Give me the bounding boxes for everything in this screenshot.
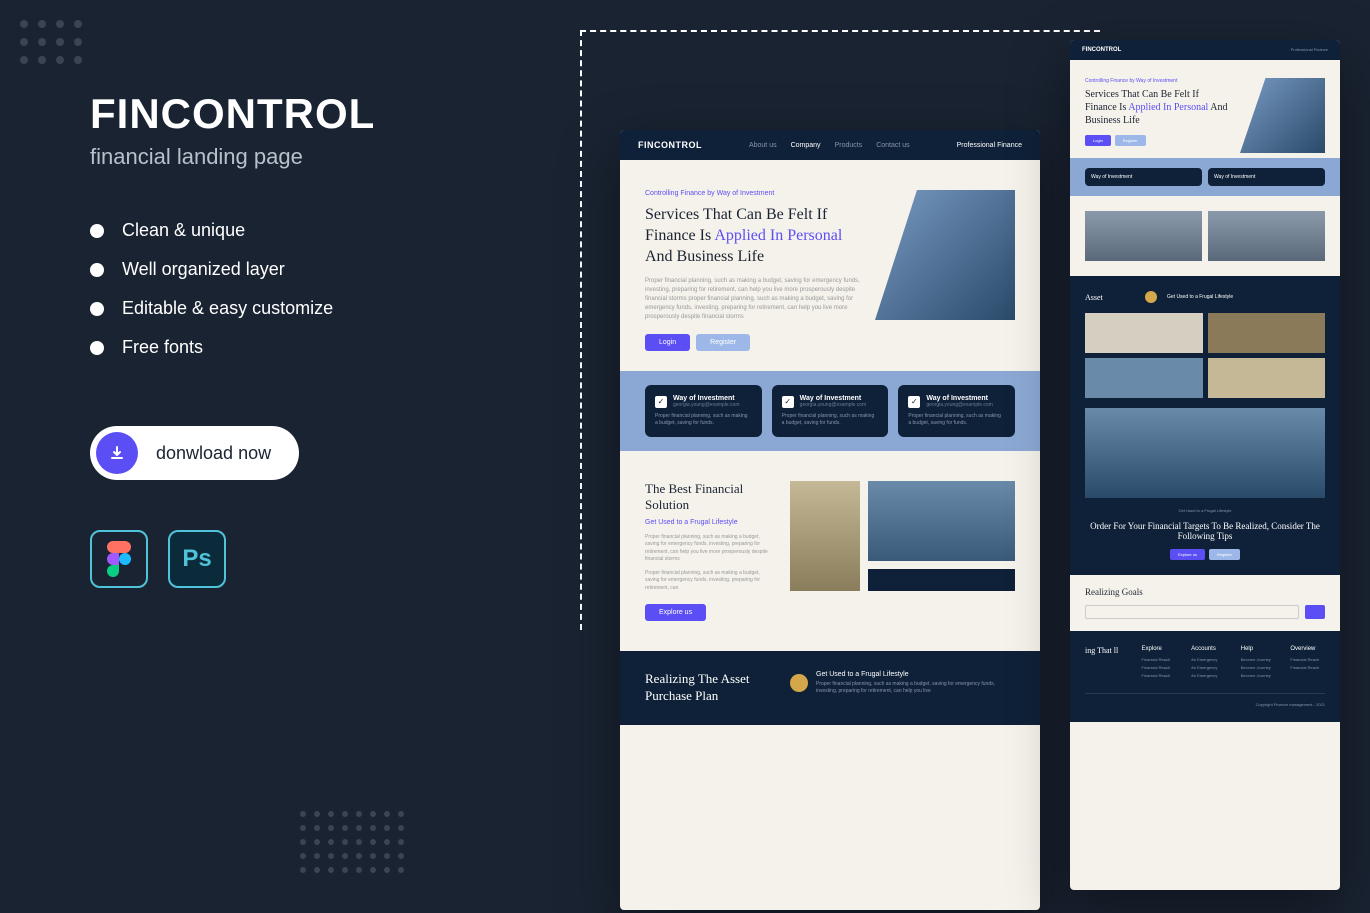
register-button[interactable]: Register (696, 334, 750, 351)
hero-eyebrow: Controlling Finance by Way of Investment (645, 190, 860, 197)
asset-title: Realizing The Asset Purchase Plan (645, 671, 775, 705)
side-footer: ing That ll Explore Financial Reach Fina… (1070, 631, 1340, 722)
feature-item: Clean & unique (90, 220, 490, 241)
side-gallery (1070, 196, 1340, 276)
header-cta[interactable]: Professional Finance (957, 142, 1022, 149)
figma-icon[interactable] (90, 530, 148, 588)
nav-products[interactable]: Products (835, 142, 863, 149)
hero-desc: Proper financial planning, such as makin… (645, 277, 860, 322)
feature-card: ✓Way of Investmentgeorgia.young@example.… (772, 385, 889, 437)
app-icons-row: Ps (90, 530, 490, 588)
mockup-preview-main: FINCONTROL About us Company Products Con… (620, 130, 1040, 910)
decorative-dots-top-left (20, 20, 82, 64)
side-big-image (1085, 408, 1325, 498)
asset-img (1085, 313, 1203, 353)
decorative-dots-bottom-left (300, 811, 404, 873)
promo-subtitle: financial landing page (90, 144, 490, 170)
download-button[interactable]: donwload now (90, 426, 299, 480)
asset-img (1208, 313, 1326, 353)
check-icon: ✓ (782, 396, 794, 408)
goals-section: Realizing Goals (1070, 575, 1340, 631)
feature-card: ✓Way of Investmentgeorgia.young@example.… (898, 385, 1015, 437)
solution-img-bar (868, 569, 1015, 591)
side-login[interactable]: Login (1085, 135, 1111, 146)
hero-headline: Services That Can Be Felt If Finance Is … (645, 205, 860, 267)
hero-section: Controlling Finance by Way of Investment… (620, 160, 1040, 371)
promo-panel: FINCONTROL financial landing page Clean … (90, 90, 490, 588)
check-icon: ✓ (655, 396, 667, 408)
download-icon (96, 432, 138, 474)
solution-img-1 (790, 481, 860, 591)
gallery-img (1208, 211, 1325, 261)
nav-about[interactable]: About us (749, 142, 777, 149)
goals-submit[interactable] (1305, 605, 1325, 619)
side-hero: Controlling Finance by Way of Investment… (1070, 60, 1340, 158)
side-cta-1[interactable]: Explore us (1170, 549, 1205, 560)
hero-image (875, 190, 1015, 320)
asset-img (1085, 358, 1203, 398)
feature-item: Free fonts (90, 337, 490, 358)
feature-item: Well organized layer (90, 259, 490, 280)
solution-section: The Best Financial Solution Get Used to … (620, 451, 1040, 651)
solution-sub: Get Used to a Frugal Lifestyle (645, 519, 775, 526)
feature-list: Clean & unique Well organized layer Edit… (90, 220, 490, 358)
solution-img-2 (868, 481, 1015, 561)
avatar (790, 674, 808, 692)
copyright: Copyright Finance management - 2021 (1085, 693, 1325, 707)
feature-cards-row: ✓Way of Investmentgeorgia.young@example.… (620, 371, 1040, 451)
side-register[interactable]: Register (1115, 135, 1146, 146)
avatar (1145, 291, 1157, 303)
photoshop-icon[interactable]: Ps (168, 530, 226, 588)
feature-card: ✓Way of Investmentgeorgia.young@example.… (645, 385, 762, 437)
asset-section: Realizing The Asset Purchase Plan Get Us… (620, 651, 1040, 725)
nav-company[interactable]: Company (791, 142, 821, 149)
tips-title: Order For Your Financial Targets To Be R… (1085, 521, 1325, 541)
side-asset-section: Asset Get Used to a Frugal Lifestyle Get… (1070, 276, 1340, 575)
side-card: Way of Investment (1208, 168, 1325, 186)
nav-contact[interactable]: Contact us (876, 142, 909, 149)
mockup-header: FINCONTROL About us Company Products Con… (620, 130, 1040, 160)
gallery-img (1085, 211, 1202, 261)
solution-title: The Best Financial Solution (645, 481, 775, 512)
side-card: Way of Investment (1085, 168, 1202, 186)
check-icon: ✓ (908, 396, 920, 408)
side-header: FINCONTROL Professional Finance (1070, 40, 1340, 60)
feature-item: Editable & easy customize (90, 298, 490, 319)
mockup-logo: FINCONTROL (638, 140, 702, 150)
promo-title: FINCONTROL (90, 90, 490, 138)
side-feature-row: Way of Investment Way of Investment (1070, 158, 1340, 196)
mockup-nav: About us Company Products Contact us (749, 142, 910, 149)
solution-images (790, 481, 1015, 621)
login-button[interactable]: Login (645, 334, 690, 351)
explore-button[interactable]: Explore us (645, 604, 706, 621)
mockup-preview-side: FINCONTROL Professional Finance Controll… (1070, 40, 1340, 890)
asset-img (1208, 358, 1326, 398)
goals-input[interactable] (1085, 605, 1299, 619)
side-cta-2[interactable]: Register (1209, 549, 1240, 560)
download-label: donwload now (156, 443, 271, 464)
